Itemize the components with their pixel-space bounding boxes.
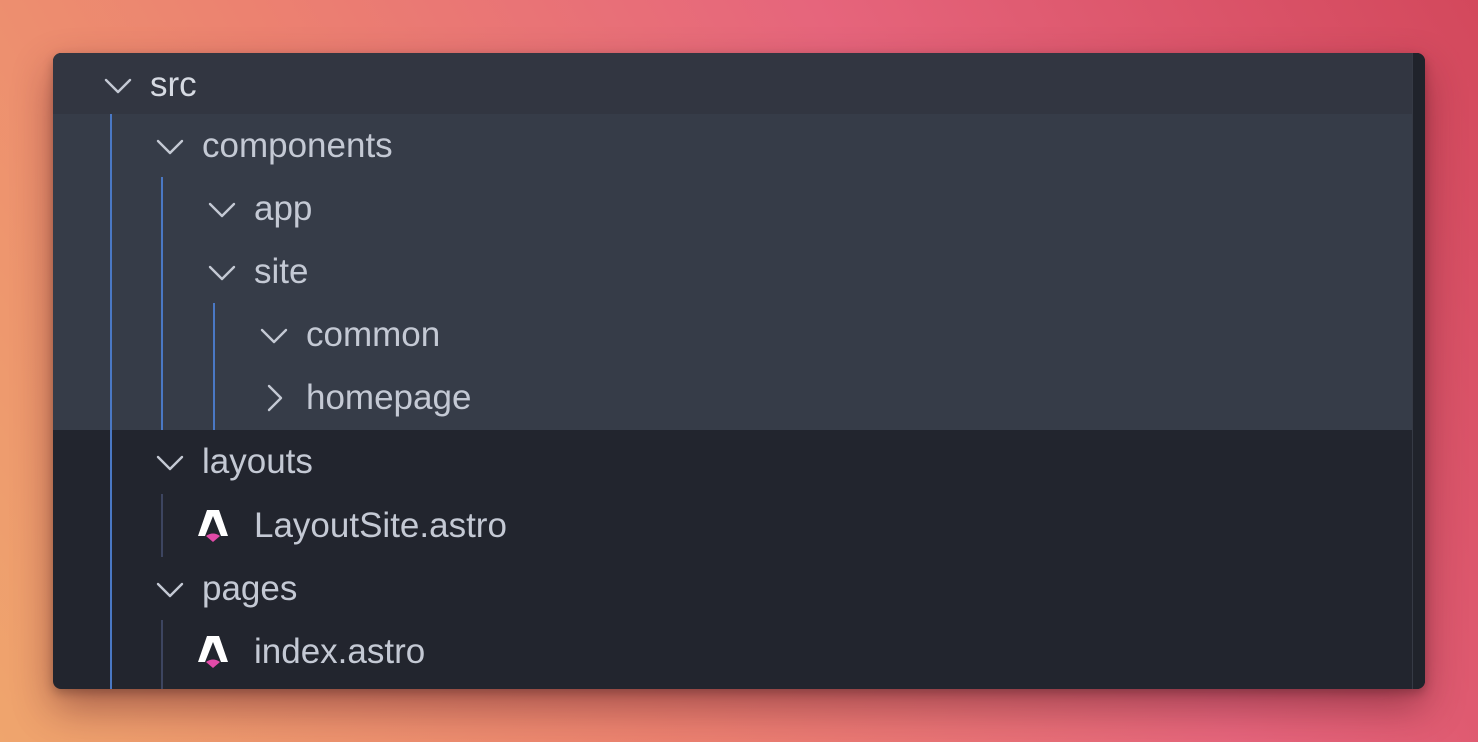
tree-row-components[interactable]: components	[53, 114, 1413, 177]
indent-guide-src	[110, 114, 112, 689]
chevron-down-icon[interactable]	[154, 446, 186, 478]
indent-guide-layouts	[161, 494, 163, 557]
folder-label-homepage: homepage	[306, 378, 472, 417]
indent-guide-components	[161, 177, 163, 430]
tree-row-common[interactable]: common	[53, 303, 1413, 366]
folder-label-pages: pages	[202, 569, 298, 608]
chevron-down-icon[interactable]	[102, 69, 134, 101]
indent-guide-site	[213, 303, 215, 430]
chevron-down-icon[interactable]	[154, 130, 186, 162]
folder-label-layouts: layouts	[202, 442, 313, 481]
tree-row-pages[interactable]: pages	[53, 557, 1413, 620]
tree-row-homepage[interactable]: homepage	[53, 366, 1413, 430]
folder-label-src: src	[150, 65, 197, 104]
chevron-down-icon[interactable]	[258, 319, 290, 351]
tree-row-layoutsite-astro[interactable]: LayoutSite.astro	[53, 494, 1413, 557]
scrollbar-track[interactable]	[1412, 53, 1425, 689]
tree-row-app[interactable]: app	[53, 177, 1413, 240]
tree-row-layouts[interactable]: layouts	[53, 430, 1413, 493]
chevron-down-icon[interactable]	[206, 193, 238, 225]
folder-label-site: site	[254, 252, 309, 291]
file-label-layoutsite: LayoutSite.astro	[254, 506, 507, 545]
astro-file-icon	[196, 634, 230, 670]
astro-file-icon	[196, 508, 230, 544]
tree-row-index-astro[interactable]: index.astro	[53, 620, 1413, 683]
tree-row-src[interactable]: src	[53, 53, 1413, 116]
file-label-index: index.astro	[254, 632, 426, 671]
folder-label-components: components	[202, 126, 393, 165]
indent-guide-pages	[161, 620, 163, 689]
folder-label-app: app	[254, 189, 313, 228]
chevron-down-icon[interactable]	[206, 256, 238, 288]
chevron-right-icon[interactable]	[258, 382, 290, 414]
chevron-down-icon[interactable]	[154, 573, 186, 605]
folder-label-common: common	[306, 315, 441, 354]
tree-row-site[interactable]: site	[53, 240, 1413, 303]
file-explorer-panel: src components app site common homepage	[53, 53, 1425, 689]
